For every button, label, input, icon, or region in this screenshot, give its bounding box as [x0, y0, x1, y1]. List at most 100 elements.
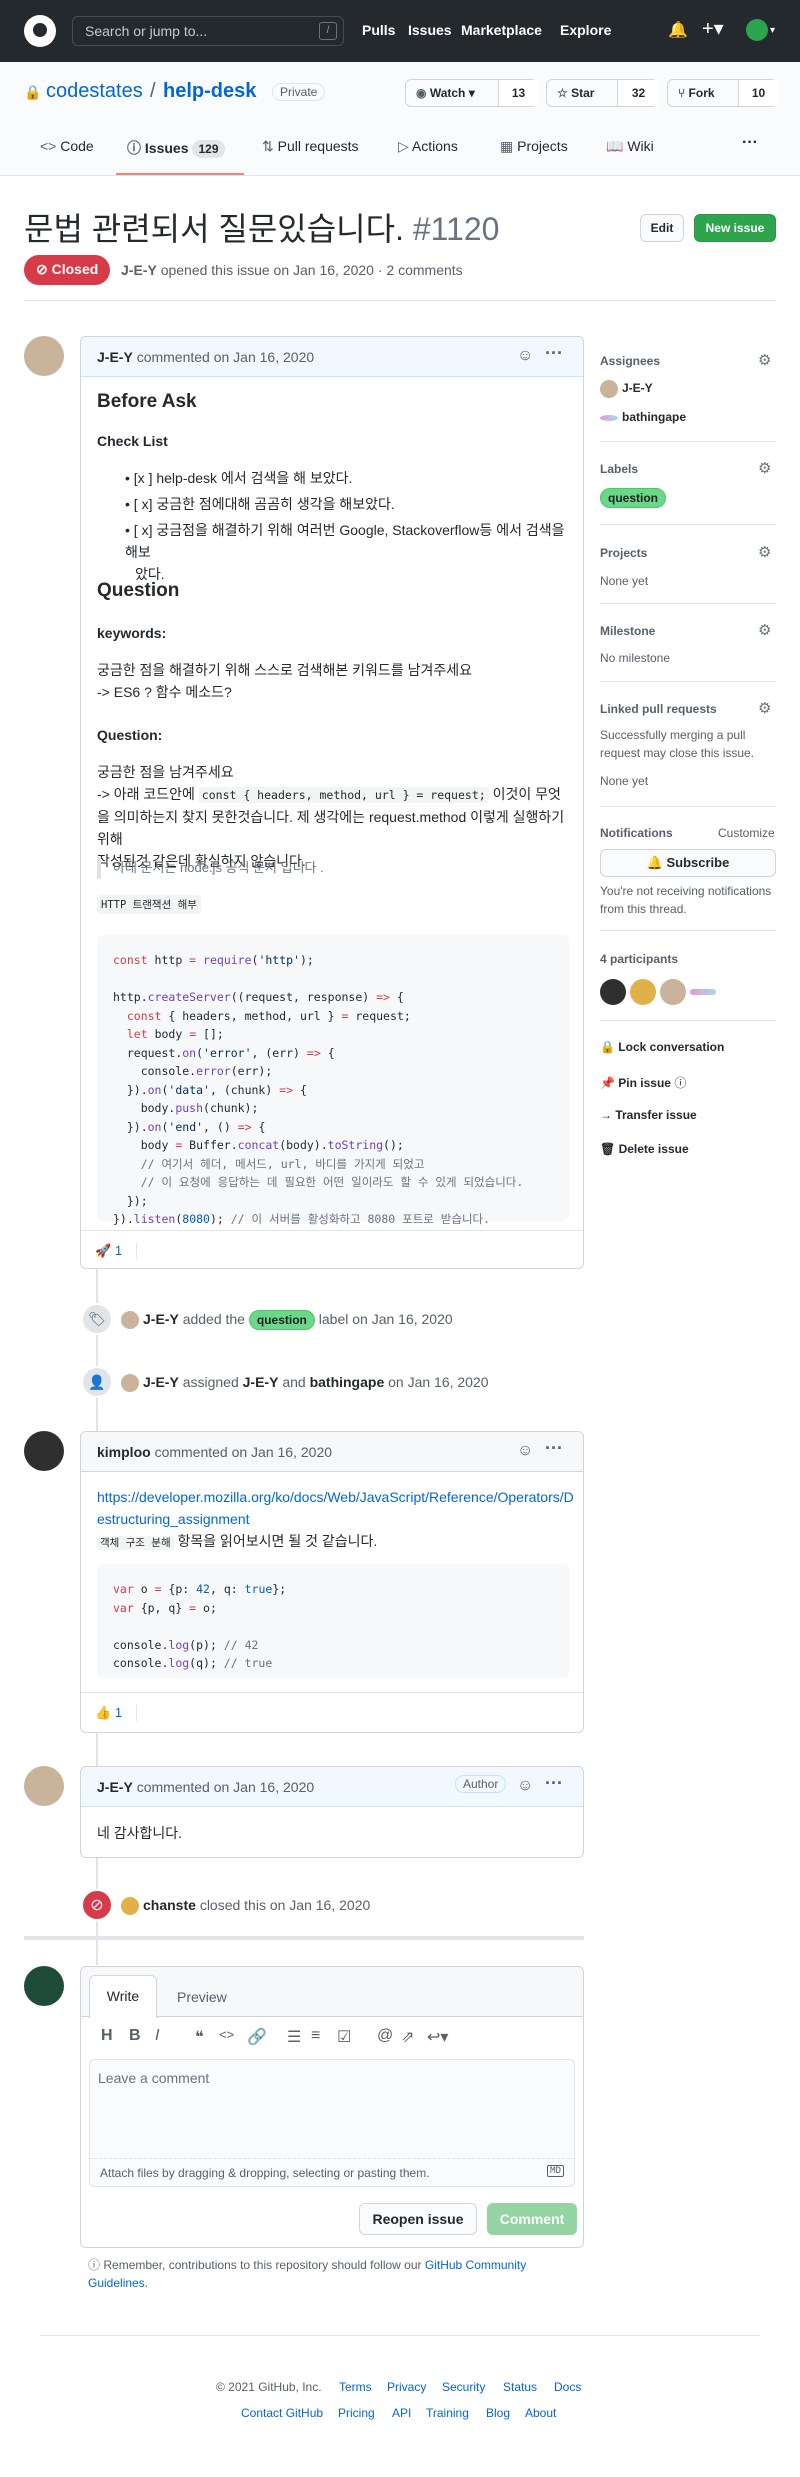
gear-icon[interactable]: ⚙ [758, 353, 774, 369]
issue-author[interactable]: J-E-Y [121, 262, 157, 278]
milestone-heading[interactable]: Milestone [600, 624, 655, 638]
user-avatar[interactable] [746, 19, 768, 41]
footer-link-about[interactable]: About [525, 2406, 556, 2420]
fork-count[interactable]: 10 [738, 80, 778, 106]
avatar[interactable] [121, 1311, 139, 1330]
participant-avatar[interactable] [690, 989, 716, 995]
chevron-down-icon[interactable]: ▾ [770, 25, 775, 36]
pull-request-icon: ⇅ [262, 138, 274, 154]
bold-icon[interactable]: B [129, 2027, 141, 2045]
label-question[interactable]: question [248, 1310, 315, 1330]
nav-explore[interactable]: Explore [560, 22, 611, 38]
github-logo-icon[interactable] [24, 15, 56, 47]
comment-button[interactable]: Comment [487, 2203, 577, 2235]
divider [81, 1692, 583, 1693]
sidebar-label[interactable]: question [600, 488, 666, 508]
star-button[interactable]: ☆ Star 32 [546, 79, 659, 107]
tab-pull-requests[interactable]: ⇅ Pull requests [262, 138, 359, 155]
star-count[interactable]: 32 [617, 80, 659, 106]
tab-issues[interactable]: ⓘ Issues 129 [127, 138, 225, 158]
task-list-icon[interactable]: ☑ [337, 2027, 351, 2047]
avatar[interactable] [24, 1766, 64, 1806]
transfer-issue-link[interactable]: → Transfer issue [600, 1108, 697, 1122]
mention-icon[interactable]: @ [377, 2027, 393, 2045]
assignee-item[interactable]: J-E-Y [600, 380, 653, 398]
tab-code[interactable]: <> Code [40, 138, 94, 154]
italic-icon[interactable]: I [155, 2027, 159, 2045]
issue-closed-icon: ⊘ [81, 1889, 113, 1921]
assignee-item[interactable]: bathingape [600, 410, 686, 424]
tab-wiki[interactable]: 📖 Wiki [606, 138, 654, 155]
footer-link-security[interactable]: Security [442, 2380, 485, 2394]
gear-icon[interactable]: ⚙ [758, 545, 774, 561]
ordered-list-icon[interactable]: ≡ [311, 2027, 320, 2045]
search-input[interactable]: Search or jump to... / [72, 16, 344, 46]
footer-link-status[interactable]: Status [503, 2380, 537, 2394]
footer-link-docs[interactable]: Docs [554, 2380, 581, 2394]
smiley-icon[interactable]: ☺ [517, 347, 533, 365]
projects-heading[interactable]: Projects [600, 546, 647, 560]
kebab-menu-icon[interactable]: ··· [545, 1438, 563, 1459]
tab-preview[interactable]: Preview [177, 1989, 227, 2005]
subscribe-button[interactable]: 🔔 Subscribe [600, 849, 776, 877]
lock-conversation-link[interactable]: 🔒 Lock conversation [600, 1040, 724, 1054]
assignees-heading[interactable]: Assignees [600, 354, 660, 368]
footer-link-pricing[interactable]: Pricing [338, 2406, 375, 2420]
gear-icon[interactable]: ⚙ [758, 701, 774, 717]
linked-pr-heading[interactable]: Linked pull requests [600, 702, 717, 716]
more-tabs-button[interactable]: ··· [742, 134, 758, 152]
avatar[interactable] [121, 1897, 139, 1916]
kebab-menu-icon[interactable]: ··· [545, 1773, 563, 1794]
nav-pulls[interactable]: Pulls [362, 22, 395, 38]
edit-button[interactable]: Edit [640, 214, 684, 242]
avatar[interactable] [121, 1374, 139, 1393]
attach-files-area[interactable]: Attach files by dragging & dropping, sel… [89, 2159, 575, 2187]
tab-actions[interactable]: ▷ Actions [398, 138, 458, 155]
participant-avatar[interactable] [630, 979, 656, 1005]
labels-heading[interactable]: Labels [600, 462, 638, 476]
footer-link-training[interactable]: Training [426, 2406, 469, 2420]
pin-issue-link[interactable]: 📌 Pin issue ⓘ [600, 1074, 686, 1091]
kebab-menu-icon[interactable]: ··· [545, 343, 563, 364]
tab-write[interactable]: Write [89, 1975, 157, 2018]
reaction-rocket[interactable]: 🚀 1 [95, 1243, 138, 1259]
footer-link-contact[interactable]: Contact GitHub [241, 2406, 323, 2420]
smiley-icon[interactable]: ☺ [517, 1777, 533, 1795]
reaction-thumbs-up[interactable]: 👍 1 [95, 1705, 138, 1721]
plus-icon[interactable]: +▾ [702, 16, 724, 41]
footer-link-api[interactable]: API [392, 2406, 411, 2420]
footer-link-terms[interactable]: Terms [339, 2380, 372, 2394]
reply-icon[interactable]: ↩▾ [427, 2027, 448, 2047]
participant-avatar[interactable] [600, 979, 626, 1005]
fork-button[interactable]: ⑂ Fork 10 [667, 79, 778, 107]
code-icon[interactable]: <> [219, 2027, 234, 2042]
repo-owner-link[interactable]: codestates [46, 80, 143, 103]
footer-link-privacy[interactable]: Privacy [387, 2380, 426, 2394]
comment-textarea[interactable]: Leave a comment [89, 2059, 575, 2159]
footer-link-blog[interactable]: Blog [486, 2406, 510, 2420]
reopen-issue-button[interactable]: Reopen issue [359, 2203, 477, 2235]
gear-icon[interactable]: ⚙ [758, 461, 774, 477]
repo-name-link[interactable]: help-desk [163, 80, 256, 103]
cross-reference-icon[interactable]: ⇗ [401, 2027, 414, 2047]
heading-icon[interactable]: H [101, 2027, 113, 2045]
link-icon[interactable]: 🔗 [247, 2027, 267, 2047]
watch-button[interactable]: ◉ Watch ▾ 13 [405, 79, 538, 107]
quote-icon[interactable]: ❝ [195, 2027, 204, 2047]
smiley-icon[interactable]: ☺ [517, 1442, 533, 1460]
unordered-list-icon[interactable]: ☰ [287, 2027, 301, 2047]
delete-issue-link[interactable]: 🗑 Delete issue [600, 1142, 689, 1156]
gear-icon[interactable]: ⚙ [758, 623, 774, 639]
watch-count[interactable]: 13 [498, 80, 538, 106]
mdn-link[interactable]: https://developer.mozilla.org/ko/docs/We… [97, 1489, 574, 1527]
new-issue-button[interactable]: New issue [694, 214, 776, 242]
bell-icon[interactable]: 🔔 [668, 20, 688, 40]
nav-issues[interactable]: Issues [408, 22, 452, 38]
avatar[interactable] [24, 1431, 64, 1471]
customize-link[interactable]: Customize [718, 826, 775, 840]
nav-marketplace[interactable]: Marketplace [461, 22, 542, 38]
avatar[interactable] [24, 336, 64, 376]
avatar[interactable] [24, 1966, 64, 2006]
tab-projects[interactable]: ▦ Projects [500, 138, 568, 155]
participant-avatar[interactable] [660, 979, 686, 1005]
